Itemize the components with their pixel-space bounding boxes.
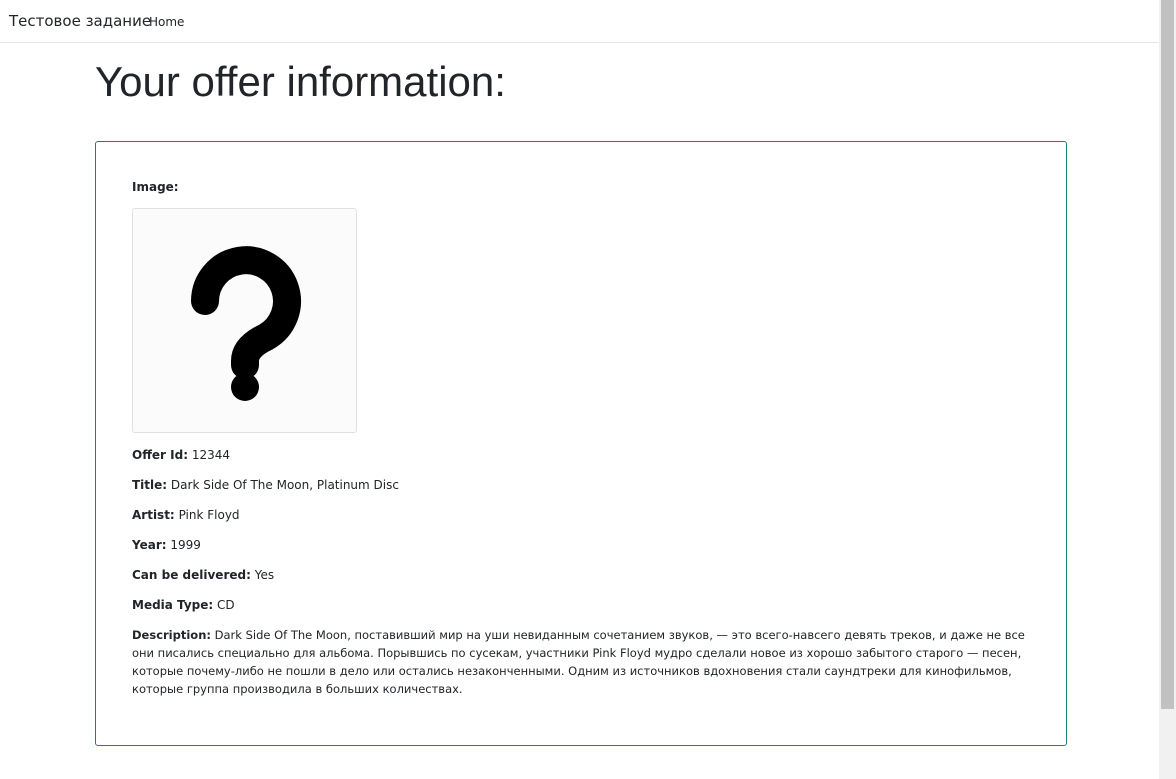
year-value: 1999 (170, 538, 201, 552)
delivered-value: Yes (254, 568, 275, 582)
media-type-row: Media Type: CD (132, 596, 235, 614)
artist-row: Artist: Pink Floyd (132, 506, 240, 524)
offer-image (132, 208, 357, 433)
description-value: Dark Side Of The Moon, поставивший мир н… (132, 628, 1025, 696)
media-type-label: Media Type: (132, 598, 214, 612)
navbar: Тестовое задание Home (0, 0, 1159, 43)
delivered-label: Can be delivered: (132, 568, 251, 582)
scrollbar-thumb[interactable] (1161, 0, 1174, 709)
offer-id-row: Offer Id: 12344 (132, 446, 230, 464)
offer-id-value: 12344 (191, 448, 231, 462)
offer-id-label: Offer Id: (132, 448, 189, 462)
vertical-scrollbar[interactable] (1159, 0, 1176, 779)
delivered-row: Can be delivered: Yes (132, 566, 274, 584)
question-mark-placeholder-icon (191, 246, 301, 401)
title-row: Title: Dark Side Of The Moon, Platinum D… (132, 476, 399, 494)
page-title: Your offer information: (95, 58, 506, 105)
description-row: Description: Dark Side Of The Moon, пост… (132, 626, 1032, 698)
title-label: Title: (132, 478, 168, 492)
title-value: Dark Side Of The Moon, Platinum Disc (170, 478, 399, 492)
nav-home-link[interactable]: Home (149, 15, 184, 29)
offer-card: Image: Offer Id: 12344 Title: Dark Side … (95, 141, 1067, 746)
year-label: Year: (132, 538, 167, 552)
media-type-value: CD (217, 598, 235, 612)
image-label: Image: (132, 180, 179, 194)
artist-value: Pink Floyd (178, 508, 240, 522)
description-label: Description: (132, 628, 211, 642)
year-row: Year: 1999 (132, 536, 201, 554)
brand-link[interactable]: Тестовое задание (9, 12, 151, 30)
artist-label: Artist: (132, 508, 175, 522)
